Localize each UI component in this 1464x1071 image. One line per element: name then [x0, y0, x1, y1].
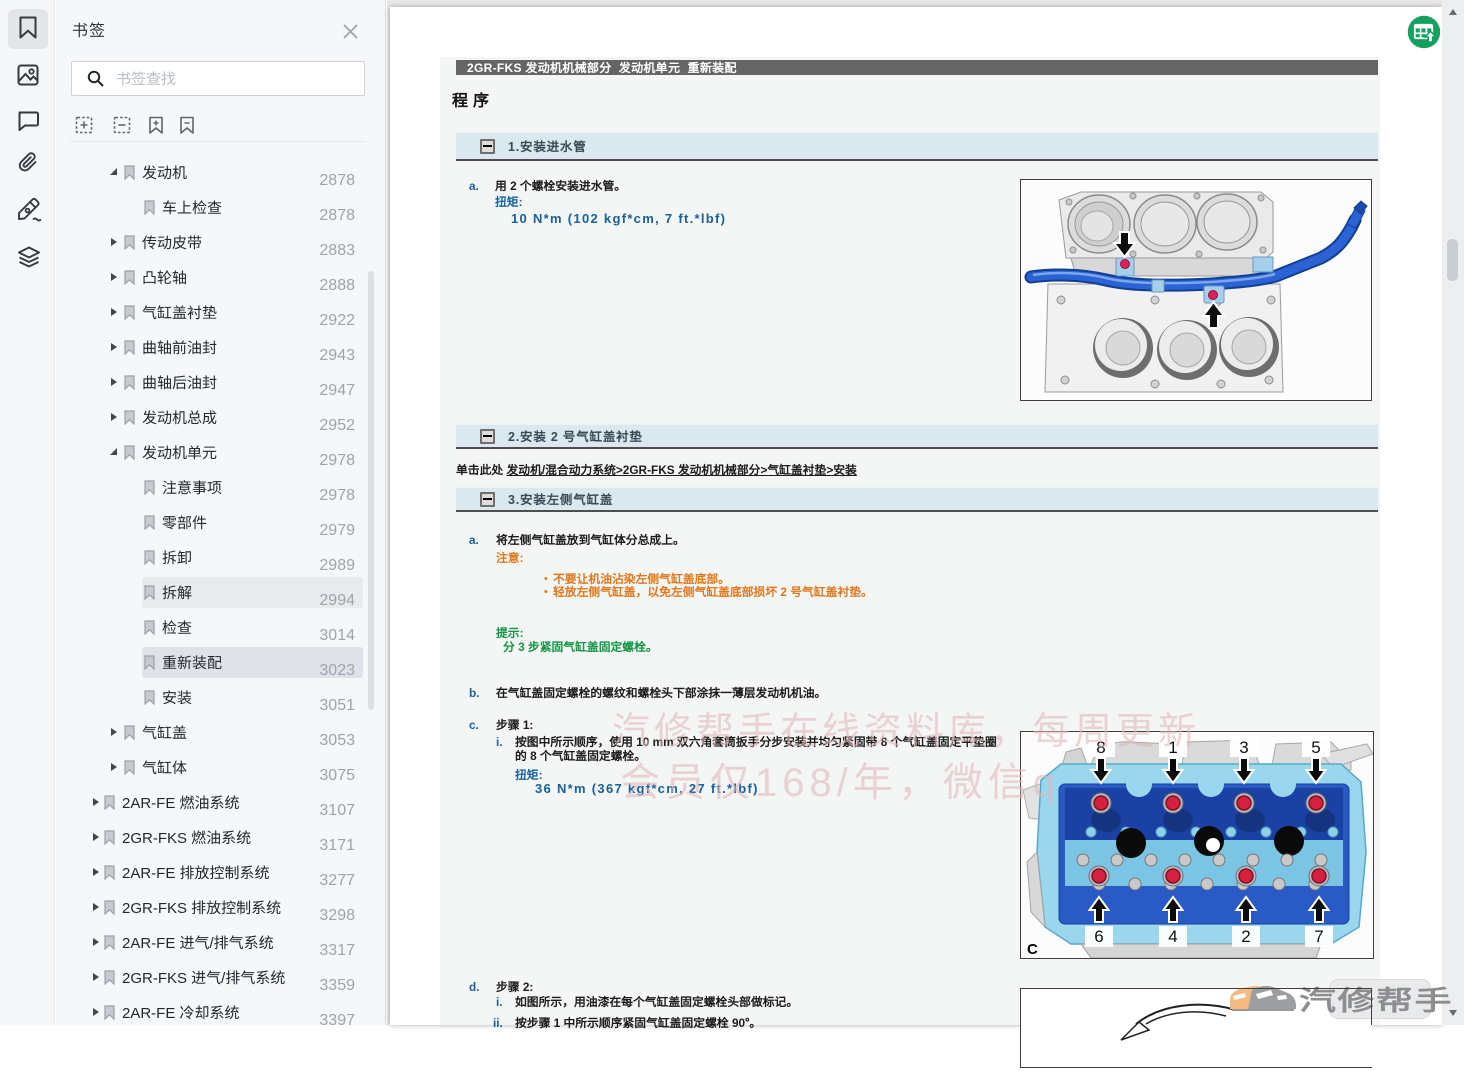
svg-text:C: C	[1027, 941, 1038, 958]
svg-text:2: 2	[1241, 927, 1250, 946]
svg-text:5: 5	[1311, 738, 1320, 757]
svg-text:3: 3	[1239, 738, 1248, 757]
svg-text:7: 7	[1314, 927, 1323, 946]
svg-text:4: 4	[1168, 927, 1177, 946]
svg-text:6: 6	[1094, 927, 1103, 946]
